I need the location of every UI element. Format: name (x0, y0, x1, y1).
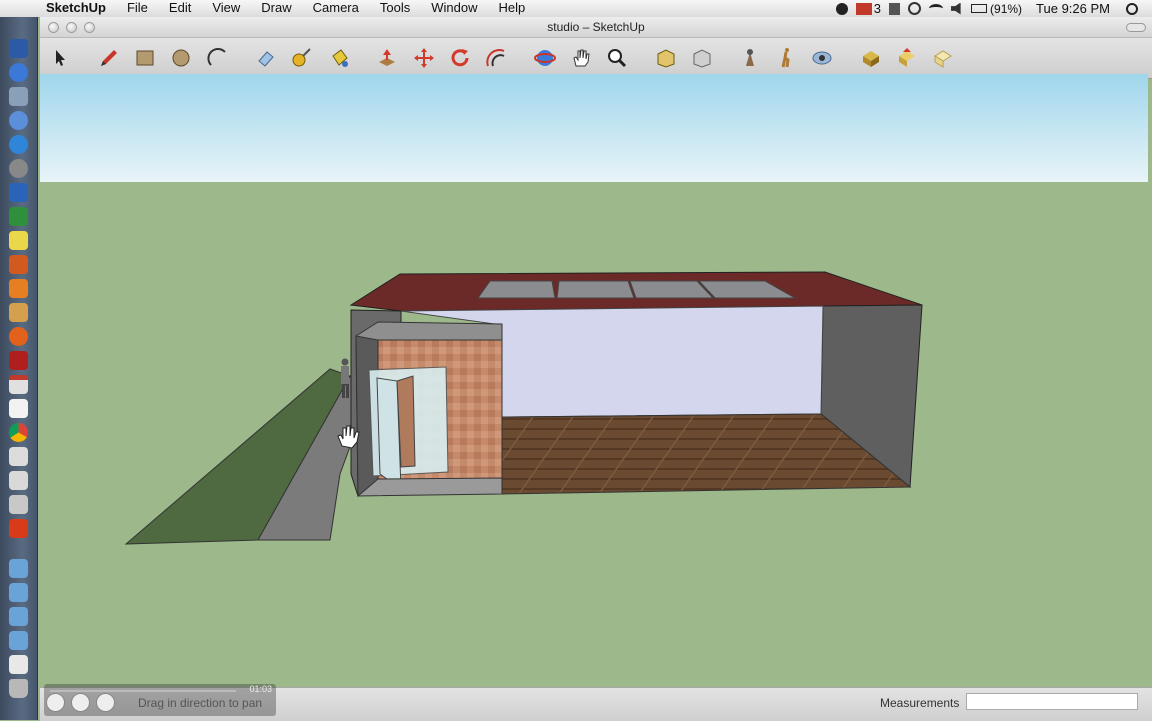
get-models-tool-icon[interactable] (859, 46, 883, 70)
folder-icon[interactable] (9, 631, 28, 650)
position-camera-tool-icon[interactable] (738, 46, 762, 70)
look-around-tool-icon[interactable] (810, 46, 834, 70)
menu-draw[interactable]: Draw (261, 0, 291, 17)
drawing-viewport[interactable] (40, 74, 1148, 687)
calendar-icon[interactable] (9, 375, 28, 394)
menu-camera[interactable]: Camera (313, 0, 359, 17)
video-time: 01:03 (249, 684, 272, 694)
menu-edit[interactable]: Edit (169, 0, 191, 17)
stickies-icon[interactable] (9, 231, 28, 250)
title-bar: studio – SketchUp (40, 17, 1152, 38)
paint-bucket-tool-icon[interactable] (327, 46, 351, 70)
measurements-label: Measurements (880, 696, 960, 710)
menubar-status-area: 3 (91%) Tue 9:26 PM (828, 0, 1138, 17)
toolbar-toggle-button[interactable] (1126, 23, 1146, 32)
safari-icon[interactable] (9, 63, 28, 82)
menu-tools[interactable]: Tools (380, 0, 410, 17)
utility-icon[interactable] (9, 495, 28, 514)
window-title: studio – SketchUp (547, 20, 645, 34)
word-icon[interactable] (9, 183, 28, 202)
push-pull-tool-icon[interactable] (375, 46, 399, 70)
credits-icon[interactable] (71, 693, 90, 712)
menu-window[interactable]: Window (431, 0, 477, 17)
menu-view[interactable]: View (212, 0, 240, 17)
powerpoint-icon[interactable] (9, 255, 28, 274)
dashboard-icon[interactable] (9, 39, 28, 58)
menu-file[interactable]: File (127, 0, 148, 17)
sam-app-icon[interactable] (9, 519, 28, 538)
select-tool-icon[interactable] (48, 46, 72, 70)
battery-icon[interactable] (971, 4, 988, 13)
crossover-icon[interactable] (835, 2, 848, 15)
trash-icon[interactable] (9, 679, 28, 698)
status-icons (46, 693, 121, 712)
menu-list: SketchUp File Edit View Draw Camera Tool… (46, 0, 546, 17)
applications-folder-icon[interactable] (9, 559, 28, 578)
spotlight-search-icon[interactable] (1126, 2, 1138, 15)
menubar: SketchUp File Edit View Draw Camera Tool… (0, 0, 1152, 18)
app-store-icon[interactable] (9, 111, 28, 130)
textedit-icon[interactable] (9, 399, 28, 418)
offset-tool-icon[interactable] (484, 46, 508, 70)
photos-icon[interactable] (9, 303, 28, 322)
document-icon[interactable] (9, 447, 28, 466)
script-editor-icon[interactable] (9, 471, 28, 490)
circle-tool-icon[interactable] (169, 46, 193, 70)
status-bar: 01:03 Drag in direction to pan Measureme… (40, 684, 1152, 721)
bathroom-top (355, 321, 503, 343)
wifi-icon[interactable] (929, 4, 944, 13)
pencil-tool-icon[interactable] (97, 46, 121, 70)
chrome-icon[interactable] (9, 423, 28, 442)
video-scrubber[interactable] (50, 690, 236, 692)
help-icon[interactable] (96, 693, 115, 712)
menu-help[interactable]: Help (498, 0, 525, 17)
dock (0, 17, 38, 720)
status-hint-text: Drag in direction to pan (138, 696, 263, 710)
system-preferences-icon[interactable] (9, 159, 28, 178)
document-stack-icon[interactable] (9, 655, 28, 674)
itunes-icon[interactable] (9, 135, 28, 154)
mail-count: 3 (873, 1, 882, 16)
zoom-extents-tool-icon[interactable] (654, 46, 678, 70)
pan-tool-icon[interactable] (569, 46, 593, 70)
zoom-tool-icon[interactable] (605, 46, 629, 70)
rotate-tool-icon[interactable] (448, 46, 472, 70)
sketchup-window: studio – SketchUp 01:03 Drag in directio… (40, 17, 1152, 721)
time-machine-icon[interactable] (908, 2, 922, 15)
downloads-folder-icon[interactable] (9, 607, 28, 626)
orbit-tool-icon[interactable] (533, 46, 557, 70)
share-model-tool-icon[interactable] (895, 46, 919, 70)
walk-tool-icon[interactable] (774, 46, 798, 70)
volume-icon[interactable] (951, 2, 961, 15)
arc-tool-icon[interactable] (206, 46, 230, 70)
acrobat-icon[interactable] (9, 351, 28, 370)
excel-icon[interactable] (9, 207, 28, 226)
previous-view-tool-icon[interactable] (690, 46, 714, 70)
documents-folder-icon[interactable] (9, 583, 28, 602)
toolbar (40, 38, 1152, 79)
app-menu[interactable]: SketchUp (46, 0, 106, 17)
components-tool-icon[interactable] (931, 46, 955, 70)
mail-icon[interactable] (855, 2, 872, 15)
preview-icon[interactable] (9, 87, 28, 106)
battery-percent: (91%) (990, 1, 1023, 16)
firefox-icon[interactable] (9, 327, 28, 346)
clock[interactable]: Tue 9:26 PM (1036, 1, 1110, 16)
bathroom-base (356, 477, 503, 497)
move-tool-icon[interactable] (412, 46, 436, 70)
skylight-1 (477, 280, 556, 299)
sky (40, 74, 1148, 182)
measurements-input[interactable] (966, 693, 1138, 710)
scene-canvas[interactable] (40, 74, 1148, 687)
evernote-icon[interactable] (889, 2, 901, 15)
tape-measure-tool-icon[interactable] (290, 46, 314, 70)
geolocation-icon[interactable] (46, 693, 65, 712)
eraser-tool-icon[interactable] (254, 46, 278, 70)
rectangle-tool-icon[interactable] (133, 46, 157, 70)
skylight-2 (556, 280, 635, 299)
sketchup-icon[interactable] (9, 279, 28, 298)
